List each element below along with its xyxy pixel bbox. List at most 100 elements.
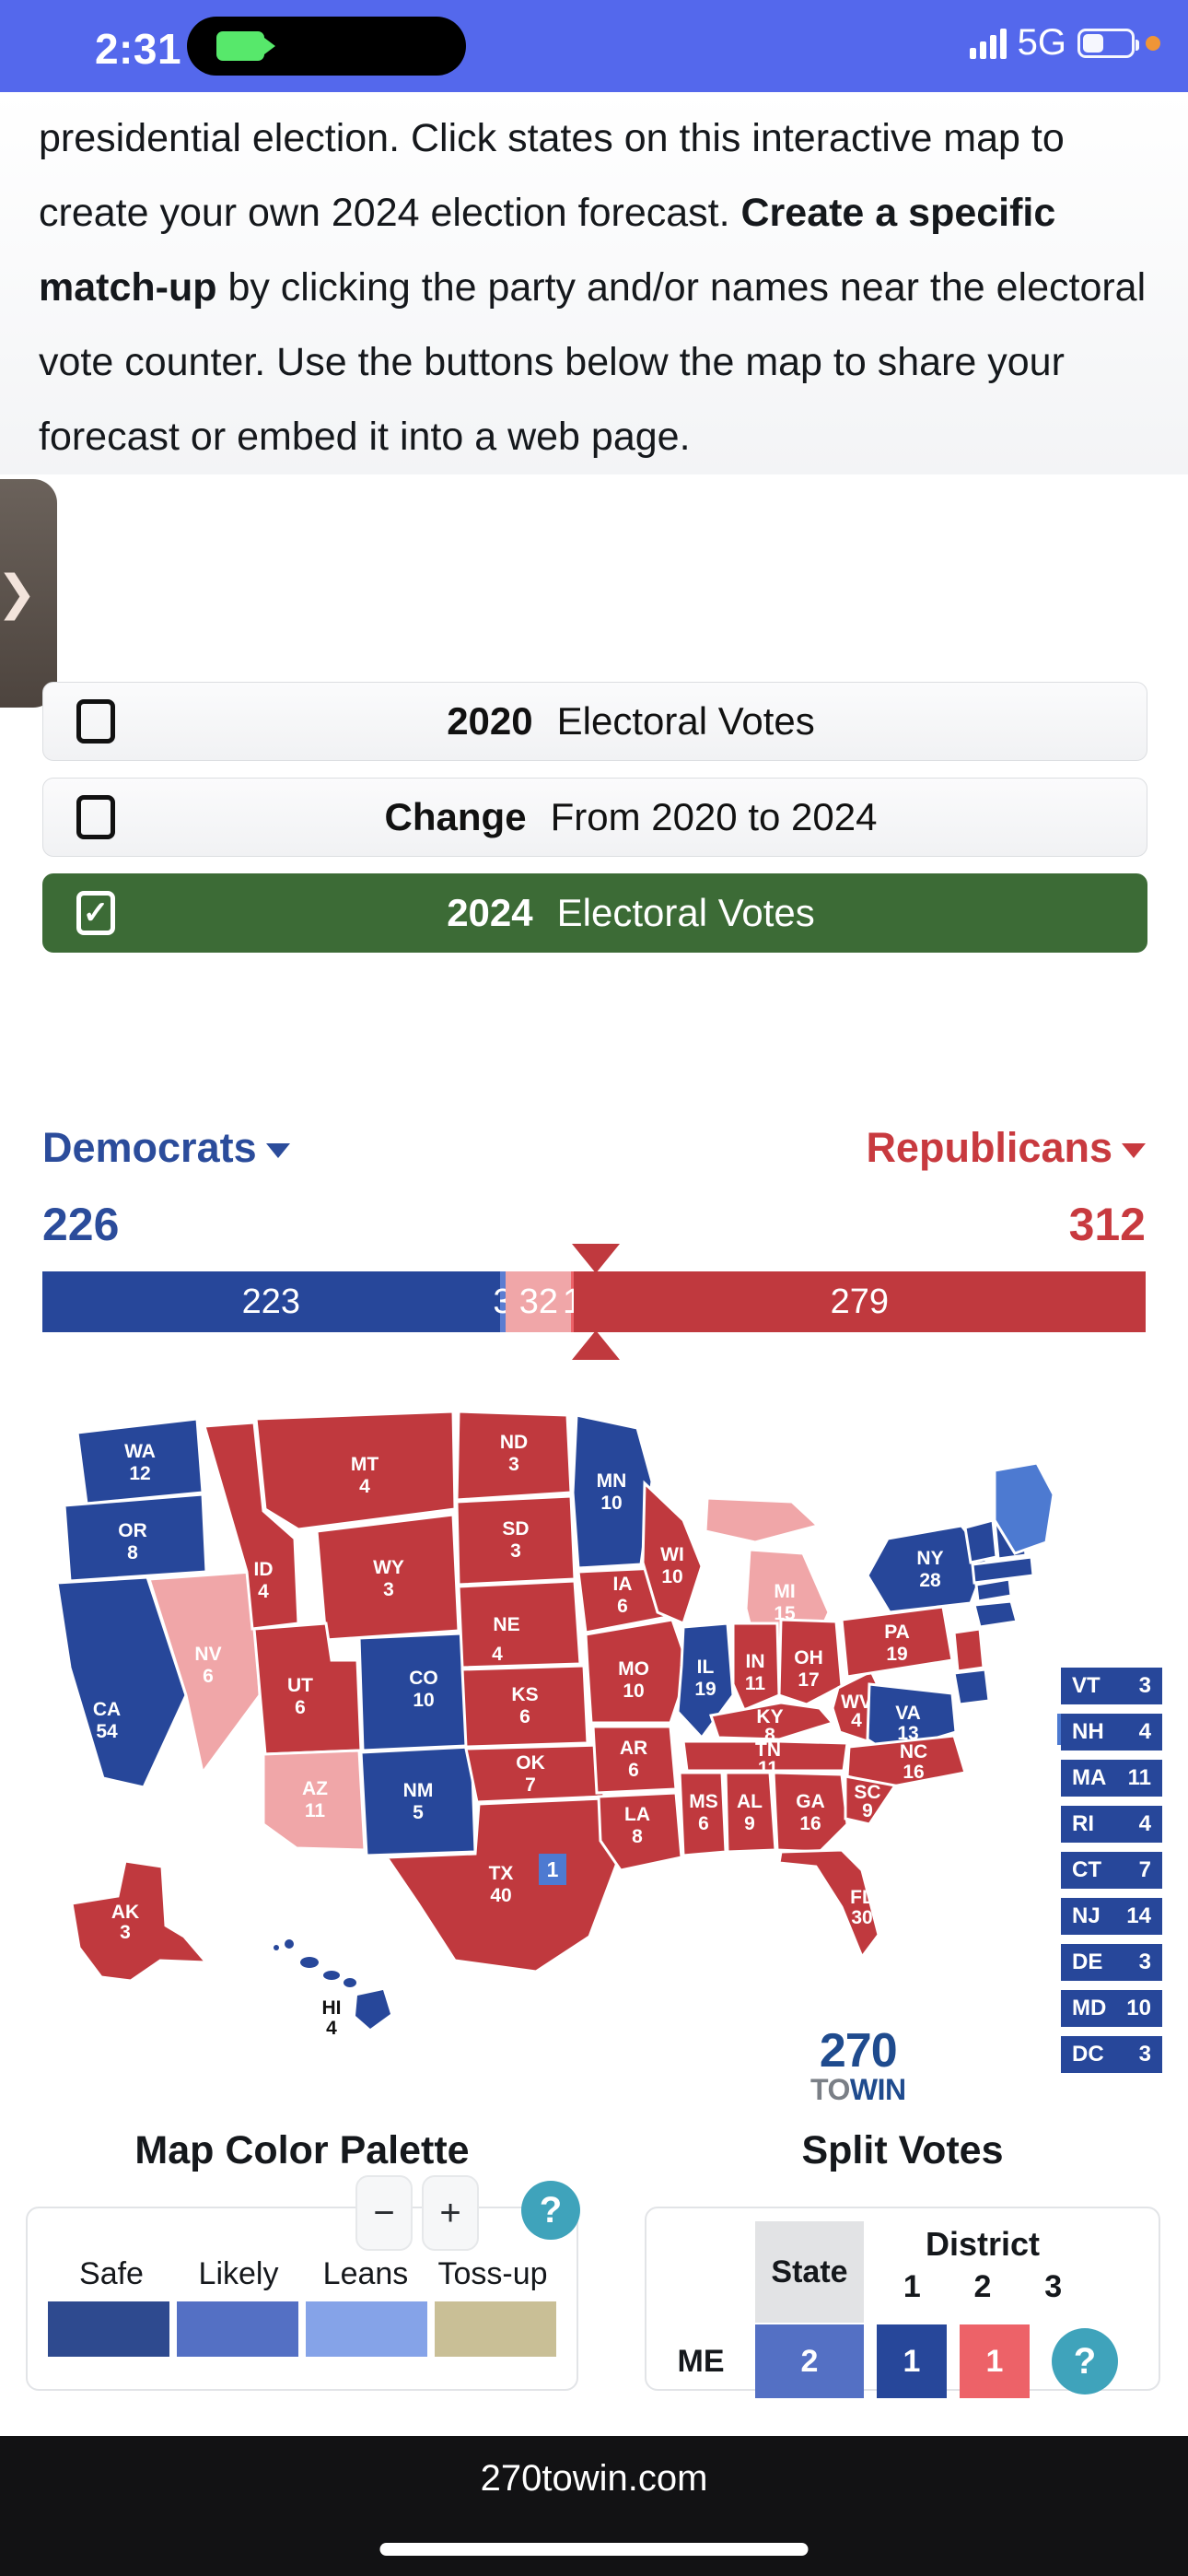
svg-text:IN: IN	[746, 1651, 765, 1672]
palette-help-icon[interactable]: ?	[521, 2181, 580, 2240]
svg-text:6: 6	[698, 1813, 709, 1834]
map-state-box-ri[interactable]: RI 4	[1061, 1806, 1162, 1843]
palette-stepper: − +	[355, 2175, 479, 2251]
palette-swatch-1[interactable]	[177, 2301, 298, 2357]
split-row-state-value[interactable]: 2	[755, 2324, 864, 2398]
palette-labels: Safe Likely Leans Toss-up	[28, 2256, 577, 2292]
side-panel-toggle[interactable]: ❯	[0, 479, 57, 708]
checkbox-2020[interactable]	[76, 699, 115, 744]
palette-label-2: Leans	[322, 2256, 409, 2291]
northeast-state-list[interactable]: VT 3 NH 4 MA 11 RI 4 CT 7 NJ 14 DE 3 MD 10 DC 3	[1061, 1668, 1162, 2082]
svg-text:19: 19	[886, 1644, 907, 1665]
map-state-box-de[interactable]: DE 3	[1061, 1944, 1162, 1981]
svg-text:CO: CO	[409, 1668, 438, 1689]
map-state-box-dc[interactable]: DC 3	[1061, 2036, 1162, 2073]
svg-text:NM: NM	[403, 1780, 434, 1801]
palette-swatch-3[interactable]	[435, 2301, 556, 2357]
checkbox-change[interactable]	[76, 795, 115, 839]
split-votes-title: Split Votes	[801, 2128, 1004, 2172]
svg-text:16: 16	[799, 1813, 821, 1834]
svg-text:11: 11	[305, 1800, 326, 1821]
svg-text:AR: AR	[620, 1738, 647, 1759]
svg-text:PA: PA	[884, 1622, 910, 1643]
state-votes: 3	[1138, 1673, 1151, 1698]
logo-to: TO	[810, 2073, 850, 2106]
split-row-state-abbr: ME	[677, 2343, 725, 2379]
split-votes-row[interactable]: ME 2 1 1?	[646, 2324, 1159, 2398]
palette-decrease-button[interactable]: −	[355, 2175, 413, 2251]
state-abbr: RI	[1072, 1811, 1094, 1836]
palette-swatches[interactable]	[28, 2292, 577, 2357]
toggle-row-2020[interactable]: 2020 Electoral Votes	[42, 682, 1147, 761]
svg-text:4: 4	[492, 1644, 503, 1665]
state-votes: 4	[1138, 1719, 1151, 1744]
chevron-down-icon-rep	[1122, 1143, 1146, 1159]
toggle-row-change-label: From 2020 to 2024	[550, 795, 878, 838]
toggle-row-change-labels: Change From 2020 to 2024	[115, 795, 1147, 839]
counter-bar[interactable]: 223 3 32 1 279	[42, 1271, 1146, 1332]
svg-text:LA: LA	[624, 1804, 650, 1825]
palette-increase-button[interactable]: +	[422, 2175, 479, 2251]
palette-swatch-0[interactable]	[48, 2301, 169, 2357]
state-votes: 3	[1138, 1950, 1151, 1974]
svg-text:7: 7	[525, 1774, 536, 1796]
republicans-dropdown[interactable]: Republicans	[866, 1124, 1146, 1172]
state-abbr: VT	[1072, 1673, 1101, 1698]
split-row-district-1-value[interactable]: 1	[877, 2324, 947, 2398]
svg-text:NC: NC	[900, 1741, 927, 1762]
democrats-dropdown[interactable]: Democrats	[42, 1124, 290, 1172]
map-state-box-md[interactable]: MD 10	[1061, 1990, 1162, 2027]
split-district-number-2: 2	[973, 2269, 992, 2304]
video-camera-icon	[216, 31, 275, 61]
intro-paragraph: presidential election. Click states on t…	[0, 92, 1188, 474]
home-indicator[interactable]	[379, 2543, 809, 2556]
recording-indicator-dot	[1146, 35, 1160, 51]
split-row-district-2-value[interactable]: 1	[960, 2324, 1030, 2398]
logo-270: 270	[819, 2024, 898, 2078]
palette-swatch-2[interactable]	[306, 2301, 427, 2357]
state-votes: 14	[1126, 1903, 1151, 1928]
svg-text:4: 4	[851, 1710, 862, 1731]
svg-text:10: 10	[413, 1690, 434, 1711]
map-state-box-nj[interactable]: NJ 14	[1061, 1898, 1162, 1935]
svg-text:NE: NE	[493, 1614, 519, 1635]
palette-title: Map Color Palette	[134, 2128, 470, 2172]
bottom-panels: Map Color Palette − + ? Safe Likely Leans T…	[0, 2128, 1188, 2451]
checkbox-2024[interactable]: ✓	[76, 891, 115, 935]
counter-segment-0: 223	[42, 1271, 500, 1332]
map-state-box-nh[interactable]: NH 4	[1061, 1714, 1162, 1751]
svg-text:HI: HI	[322, 1997, 342, 2019]
split-district-number-3: 3	[1044, 2269, 1063, 2304]
electoral-vote-counter: Democrats Republicans 226 312 223 3 32 1 279	[0, 1124, 1188, 1360]
svg-text:WI: WI	[660, 1544, 684, 1565]
state-abbr: MA	[1072, 1765, 1107, 1790]
republicans-label: Republicans	[866, 1124, 1112, 1171]
svg-text:KS: KS	[511, 1684, 538, 1705]
toggle-row-2024[interactable]: ✓ 2024 Electoral Votes	[42, 873, 1147, 953]
svg-text:OR: OR	[118, 1520, 147, 1541]
split-district-help-icon[interactable]: ?	[1052, 2328, 1118, 2395]
svg-text:6: 6	[295, 1697, 306, 1718]
split-district-number-1: 1	[903, 2269, 921, 2304]
us-map-svg[interactable]: .st{stroke:#ffffff;stroke-width:3;} .lbl…	[22, 1391, 1090, 2128]
svg-text:10: 10	[600, 1493, 622, 1514]
svg-text:IA: IA	[613, 1574, 633, 1595]
ne-split-chip[interactable]: 1	[539, 1854, 566, 1885]
svg-text:54: 54	[96, 1721, 118, 1742]
svg-text:AL: AL	[737, 1791, 763, 1812]
svg-text:WY: WY	[373, 1557, 404, 1578]
svg-text:MN: MN	[597, 1470, 627, 1492]
svg-text:3: 3	[510, 1540, 521, 1562]
map-state-box-vt[interactable]: VT 3	[1061, 1668, 1162, 1704]
svg-text:10: 10	[661, 1566, 682, 1587]
electoral-map[interactable]: .st{stroke:#ffffff;stroke-width:3;} .lbl…	[0, 1391, 1188, 2128]
map-state-box-ma[interactable]: MA 11	[1061, 1760, 1162, 1797]
app-screen: 2:31 5G presidential election. Click sta…	[0, 0, 1188, 2576]
page-url-label: 270towin.com	[480, 2458, 708, 2499]
toggle-row-change[interactable]: Change From 2020 to 2024	[42, 778, 1147, 857]
svg-text:9: 9	[744, 1813, 755, 1834]
palette-label-0: Safe	[79, 2256, 144, 2291]
status-bar: 2:31 5G	[0, 0, 1188, 92]
palette-label-3: Toss-up	[437, 2256, 548, 2291]
map-state-box-ct[interactable]: CT 7	[1061, 1852, 1162, 1889]
